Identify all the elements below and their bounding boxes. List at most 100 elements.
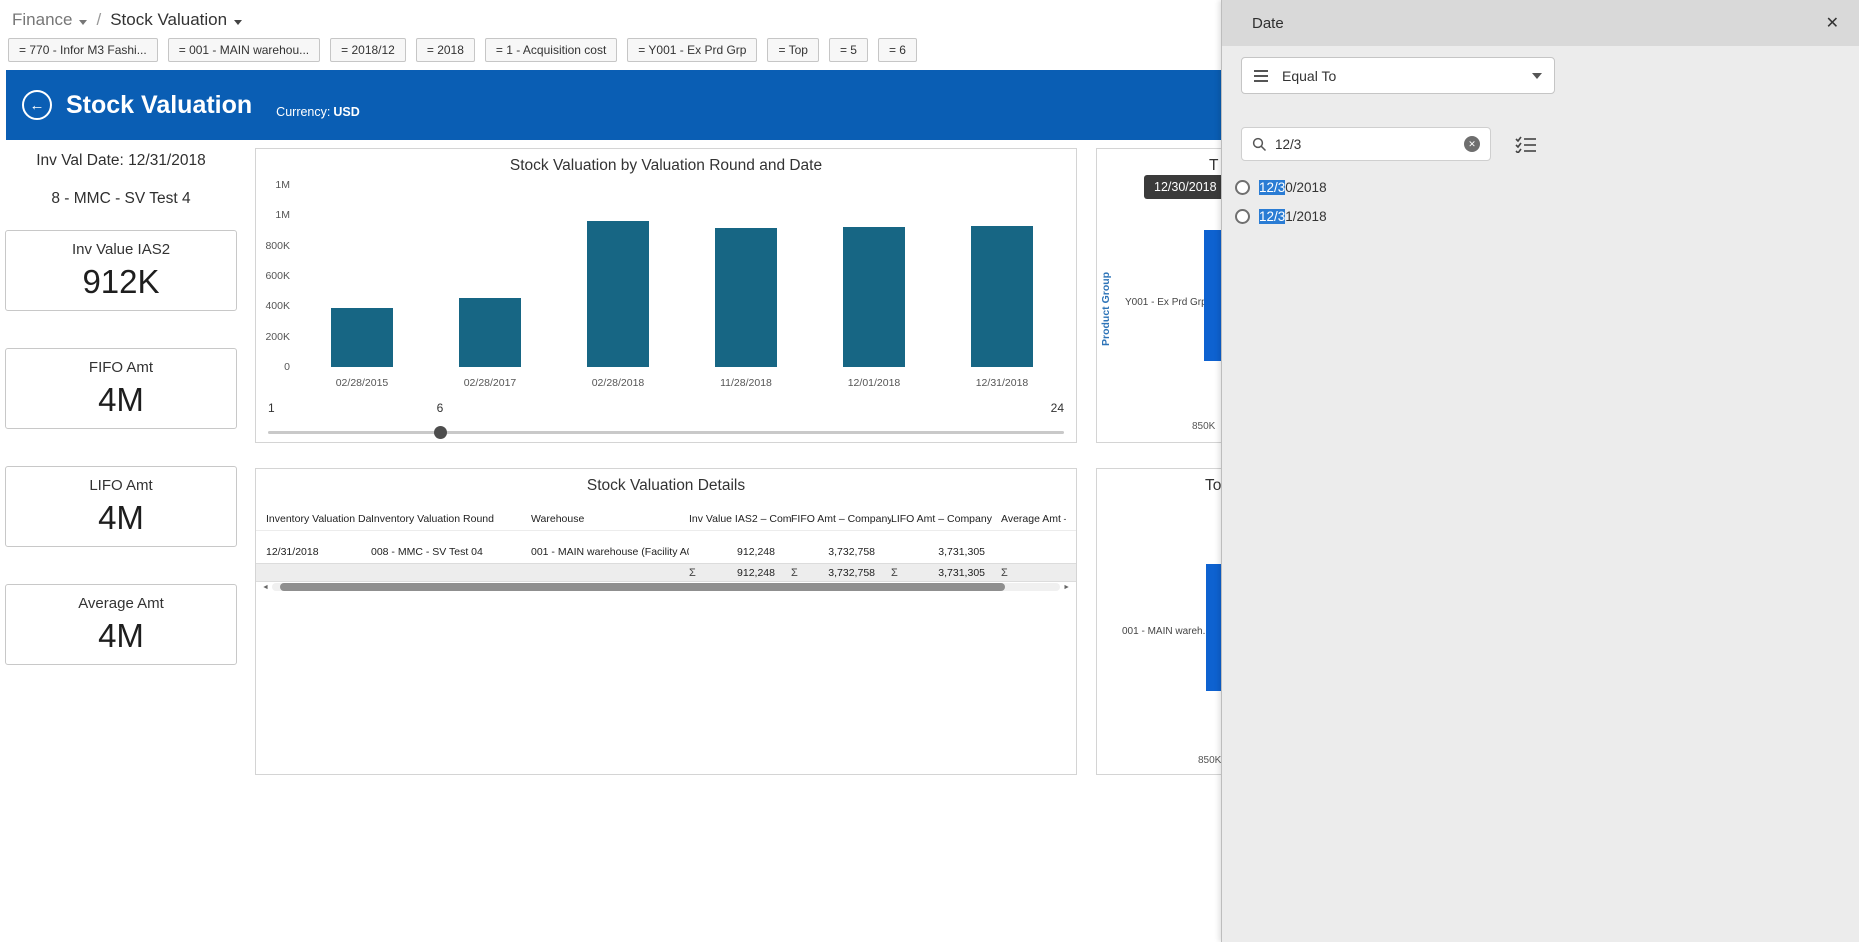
x-axis-tick: 850K bbox=[1198, 755, 1221, 766]
scrollbar-thumb[interactable] bbox=[280, 583, 1005, 591]
bar[interactable] bbox=[587, 221, 649, 367]
total-cell: Σ 912,248 bbox=[689, 567, 791, 579]
bar[interactable] bbox=[1206, 564, 1222, 691]
breadcrumb-page[interactable]: Stock Valuation bbox=[110, 10, 242, 30]
kpi-value: 912K bbox=[82, 263, 159, 301]
slider-min-label: 1 bbox=[268, 401, 275, 415]
back-button[interactable]: ← bbox=[22, 90, 52, 120]
filter-chip[interactable]: = Y001 - Ex Prd Grp bbox=[627, 38, 757, 62]
filter-chip[interactable]: = 6 bbox=[878, 38, 917, 62]
option-label: 12/31/2018 bbox=[1259, 209, 1327, 224]
page-banner: ← Stock Valuation Currency:USD bbox=[6, 70, 1221, 140]
sigma-icon: Σ bbox=[891, 567, 898, 579]
kpi-label: FIFO Amt bbox=[89, 359, 153, 376]
y-axis-tick: 200K bbox=[256, 331, 290, 343]
chart-title: To bbox=[1205, 477, 1221, 495]
x-axis-tick: 11/28/2018 bbox=[682, 377, 810, 389]
tooltip: 12/30/2018 bbox=[1144, 175, 1227, 199]
search-icon bbox=[1252, 137, 1267, 152]
filter-panel: Date ✕ Equal To ✕ 12/30/2018 12/31/2018 bbox=[1221, 0, 1859, 942]
date-option-list: 12/30/2018 12/31/2018 bbox=[1235, 173, 1327, 231]
column-header: Inv Value IAS2 – Company bbox=[689, 513, 791, 525]
x-axis-tick: 02/28/2017 bbox=[426, 377, 554, 389]
bar[interactable] bbox=[715, 228, 777, 367]
bar[interactable] bbox=[1204, 230, 1222, 361]
scroll-left-icon[interactable]: ◄ bbox=[262, 584, 269, 591]
page-title: Stock Valuation bbox=[66, 91, 252, 120]
bar[interactable] bbox=[843, 227, 905, 367]
chevron-down-icon bbox=[234, 20, 242, 25]
table-row[interactable]: 12/31/2018008 - MMC - SV Test 04001 - MA… bbox=[256, 543, 1076, 561]
filter-panel-title: Date bbox=[1252, 15, 1822, 32]
kpi-card: FIFO Amt4M bbox=[5, 348, 237, 429]
inv-val-date-label: Inv Val Date: 12/31/2018 bbox=[5, 152, 237, 170]
back-arrow-icon: ← bbox=[30, 97, 45, 114]
breadcrumb-separator: / bbox=[96, 10, 101, 30]
total-value: 3,731,305 bbox=[938, 567, 985, 579]
valuation-bar-chart-card: Stock Valuation by Valuation Round and D… bbox=[255, 148, 1077, 443]
filter-chip[interactable]: = 2018/12 bbox=[330, 38, 406, 62]
search-input[interactable] bbox=[1275, 137, 1464, 152]
column-header: LIFO Amt – Company bbox=[891, 513, 1001, 525]
kpi-sidebar: Inv Val Date: 12/31/2018 8 - MMC - SV Te… bbox=[5, 152, 237, 702]
option-label: 12/30/2018 bbox=[1259, 180, 1327, 195]
filter-chip[interactable]: = Top bbox=[767, 38, 818, 62]
match-highlight: 12/3 bbox=[1259, 180, 1285, 195]
total-cell: Σ 3,731,305 bbox=[891, 567, 1001, 579]
filter-chip[interactable]: = 770 - Infor M3 Fashi... bbox=[8, 38, 158, 62]
table-totals-row: Σ912,248Σ3,732,758Σ3,731,305Σ bbox=[256, 563, 1076, 582]
bar[interactable] bbox=[459, 298, 521, 367]
date-option[interactable]: 12/31/2018 bbox=[1235, 202, 1327, 231]
x-axis-tick: 850K bbox=[1192, 421, 1215, 432]
slider-handle[interactable] bbox=[434, 426, 447, 439]
slider-track[interactable] bbox=[268, 431, 1064, 434]
kpi-card: Average Amt4M bbox=[5, 584, 237, 665]
total-cell: Σ bbox=[1001, 567, 1066, 579]
filter-chip[interactable]: = 001 - MAIN warehou... bbox=[168, 38, 320, 62]
checklist-icon[interactable] bbox=[1515, 135, 1537, 153]
breadcrumb-section-label: Finance bbox=[12, 10, 72, 29]
table-cell: 008 - MMC - SV Test 04 bbox=[371, 546, 531, 558]
filter-chip[interactable]: = 2018 bbox=[416, 38, 475, 62]
kpi-label: LIFO Amt bbox=[89, 477, 152, 494]
radio-button[interactable] bbox=[1235, 209, 1250, 224]
date-option[interactable]: 12/30/2018 bbox=[1235, 173, 1327, 202]
filter-chip[interactable]: = 5 bbox=[829, 38, 868, 62]
scroll-right-icon[interactable]: ► bbox=[1063, 584, 1070, 591]
y-axis-tick: 600K bbox=[256, 270, 290, 282]
search-box[interactable]: ✕ bbox=[1241, 127, 1491, 161]
filter-panel-header: Date ✕ bbox=[1222, 0, 1859, 46]
total-value: 912,248 bbox=[737, 567, 775, 579]
slider-value-label: 6 bbox=[437, 401, 444, 415]
table-cell: 001 - MAIN warehouse (Facility A01) bbox=[531, 546, 689, 558]
radio-button[interactable] bbox=[1235, 180, 1250, 195]
filter-chip[interactable]: = 1 - Acquisition cost bbox=[485, 38, 617, 62]
y-axis-tick: 400K bbox=[256, 300, 290, 312]
valuation-round-label: 8 - MMC - SV Test 4 bbox=[5, 190, 237, 208]
y-axis-tick: 1M bbox=[256, 209, 290, 221]
horizontal-scrollbar: ◄ ► bbox=[262, 581, 1070, 593]
operator-dropdown[interactable]: Equal To bbox=[1241, 57, 1555, 94]
kpi-card-list: Inv Value IAS2 912K FIFO Amt4M LIFO Amt4M Av… bbox=[5, 230, 237, 665]
bar[interactable] bbox=[971, 226, 1033, 367]
table-cell: 12/31/2018 bbox=[266, 546, 371, 558]
operator-value: Equal To bbox=[1282, 68, 1532, 84]
details-table: Inventory Valuation DateInventory Valuat… bbox=[256, 507, 1076, 582]
y-axis-tick: 800K bbox=[256, 240, 290, 252]
x-axis-tick: 12/31/2018 bbox=[938, 377, 1066, 389]
sigma-icon: Σ bbox=[1001, 567, 1008, 579]
table-cell: 3,731,305 bbox=[891, 546, 1001, 558]
column-header: Inventory Valuation Date bbox=[266, 513, 371, 525]
breadcrumb-section[interactable]: Finance bbox=[12, 10, 87, 30]
x-axis-tick: 02/28/2018 bbox=[554, 377, 682, 389]
filter-chip-row: = 770 - Infor M3 Fashi... = 001 - MAIN wa… bbox=[8, 38, 917, 62]
close-icon[interactable]: ✕ bbox=[1822, 11, 1843, 35]
match-highlight: 12/3 bbox=[1259, 209, 1285, 224]
sigma-icon: Σ bbox=[689, 567, 696, 579]
clear-search-icon[interactable]: ✕ bbox=[1464, 136, 1480, 152]
kpi-card: LIFO Amt4M bbox=[5, 466, 237, 547]
kpi-label: Inv Value IAS2 bbox=[72, 241, 170, 258]
bar[interactable] bbox=[331, 308, 393, 367]
table-cell: 912,248 bbox=[689, 546, 791, 558]
scrollbar-track[interactable] bbox=[272, 583, 1060, 591]
